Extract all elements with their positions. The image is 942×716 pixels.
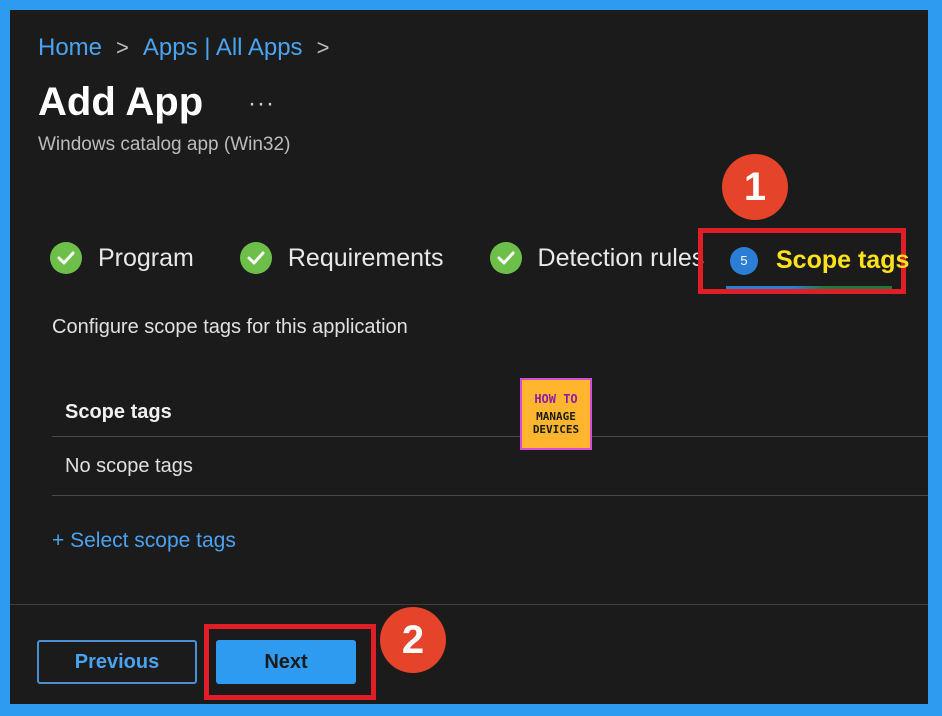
active-tab-underline <box>726 286 892 289</box>
breadcrumb-separator: > <box>116 35 129 60</box>
tab-requirements[interactable]: Requirements <box>239 242 444 274</box>
callout-badge-2: 2 <box>380 607 446 673</box>
app-frame: Home > Apps | All Apps > Add App ··· Win… <box>10 10 928 704</box>
description-text: Configure scope tags for this applicatio… <box>52 316 408 338</box>
check-icon <box>239 242 272 274</box>
breadcrumb-home[interactable]: Home <box>38 34 102 62</box>
logo-line: MANAGE <box>536 410 576 423</box>
footer-divider <box>10 604 928 605</box>
tab-scope-tags[interactable]: 5 Scope tags <box>730 246 909 275</box>
tab-label: Program <box>98 243 194 272</box>
scope-tags-table: Scope tags No scope tags <box>52 388 928 496</box>
previous-button[interactable]: Previous <box>37 640 197 684</box>
table-header: Scope tags <box>52 388 928 437</box>
breadcrumb-apps[interactable]: Apps | All Apps <box>143 34 303 62</box>
check-icon <box>50 242 82 274</box>
tab-detection-rules[interactable]: Detection rules <box>489 242 705 274</box>
select-scope-tags-link[interactable]: + Select scope tags <box>52 529 236 553</box>
check-icon <box>489 242 522 274</box>
more-options-icon[interactable]: ··· <box>248 90 275 118</box>
wizard-tabs: Program Requirements Detection rules <box>50 242 750 274</box>
logo-line: DEVICES <box>532 423 580 436</box>
breadcrumb: Home > Apps | All Apps > <box>38 34 343 62</box>
table-row: No scope tags <box>52 437 928 496</box>
tab-program[interactable]: Program <box>50 242 194 274</box>
next-button[interactable]: Next <box>216 640 356 684</box>
step-number-icon: 5 <box>730 246 758 275</box>
tab-label: Detection rules <box>537 243 705 272</box>
tab-label: Scope tags <box>776 246 910 274</box>
page-subtitle: Windows catalog app (Win32) <box>38 134 291 155</box>
breadcrumb-separator: > <box>316 35 330 60</box>
callout-badge-1: 1 <box>722 154 788 220</box>
how-to-manage-devices-logo: HOW TO MANAGE DEVICES <box>520 378 592 450</box>
tab-label: Requirements <box>287 243 444 272</box>
page-title: Add App <box>38 80 204 124</box>
logo-line: HOW TO <box>534 392 578 406</box>
